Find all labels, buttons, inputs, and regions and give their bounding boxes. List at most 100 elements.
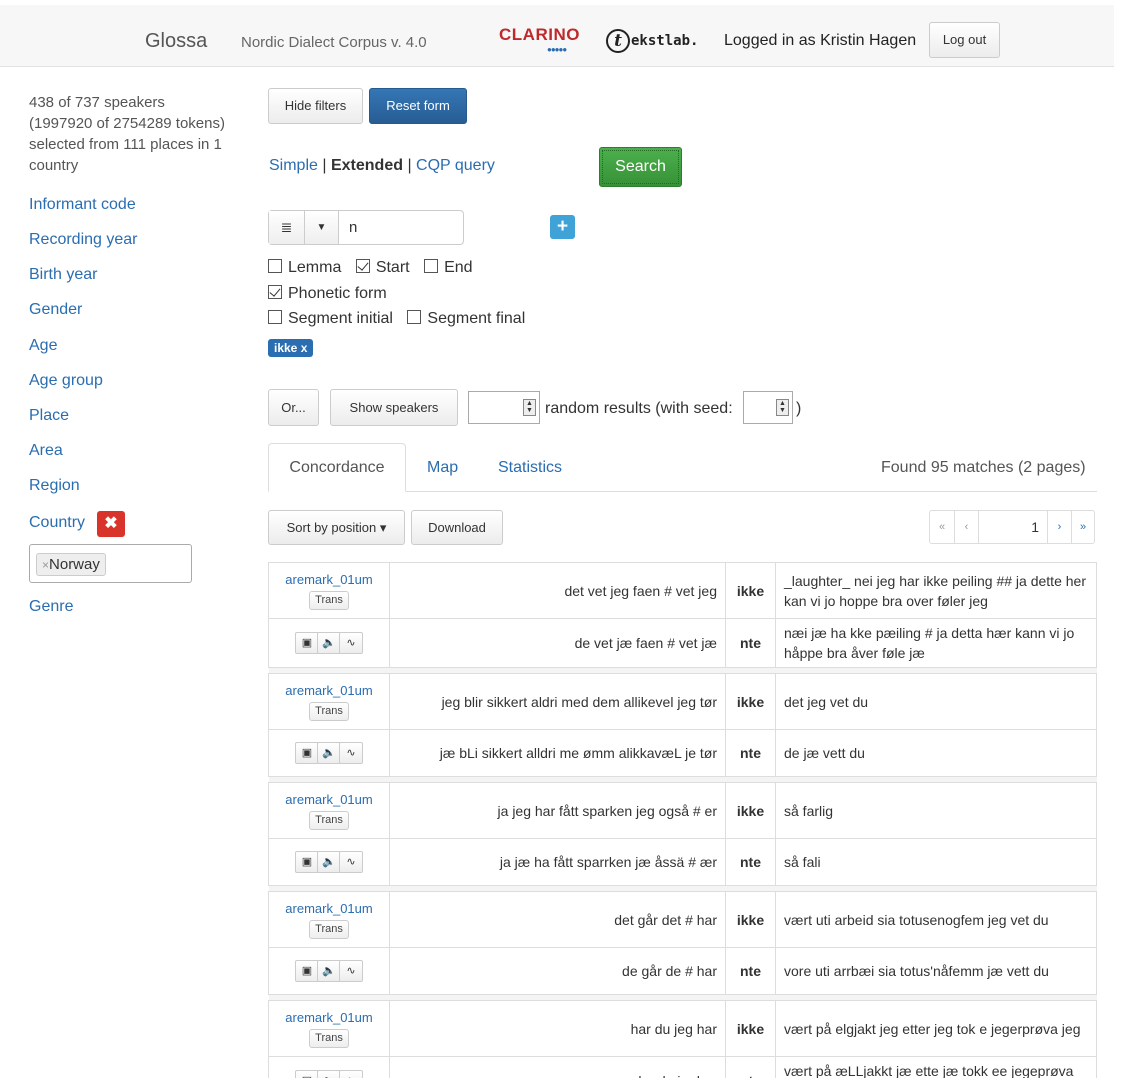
left-context: jeg blir sikkert aldri med dem allikevel…	[389, 673, 726, 730]
mode-cqp-link[interactable]: CQP query	[416, 157, 495, 174]
speaker-link[interactable]: aremark_01um	[277, 792, 381, 807]
waveform-icon[interactable]: ∿	[339, 960, 363, 982]
filter-gender[interactable]: Gender	[29, 301, 82, 319]
left-context: det vet jeg faen # vet jeg	[389, 562, 726, 619]
filter-country[interactable]: Country	[29, 514, 85, 532]
speaker-link[interactable]: aremark_01um	[277, 1010, 381, 1025]
film-icon[interactable]: ▣	[295, 960, 319, 982]
filter-age[interactable]: Age	[29, 337, 57, 355]
filter-birth-year[interactable]: Birth year	[29, 266, 97, 284]
phonetic-keyword: nte	[725, 618, 776, 668]
spinner-icon[interactable]: ▲ ▼	[523, 399, 536, 416]
match-count: Found 95 matches (2 pages)	[881, 459, 1086, 476]
random-count-input[interactable]: ▲ ▼	[468, 391, 540, 424]
tab-map[interactable]: Map	[427, 459, 458, 477]
search-mode-switch: Simple | Extended | CQP query	[269, 157, 495, 174]
sort-dropdown-button[interactable]: Sort by position ▾	[268, 510, 405, 545]
page-number-input[interactable]: 1	[979, 511, 1048, 543]
show-speakers-button[interactable]: Show speakers	[330, 389, 458, 426]
or-button[interactable]: Or...	[268, 389, 319, 426]
logout-button[interactable]: Log out	[929, 22, 1000, 58]
country-chip[interactable]: ×Norway	[36, 553, 106, 576]
end-checkbox[interactable]	[424, 259, 439, 273]
tekstlab-logo: t ekstlab.	[606, 29, 698, 53]
film-icon[interactable]: ▣	[295, 742, 319, 764]
last-page-button[interactable]: »	[1072, 511, 1094, 543]
filter-region[interactable]: Region	[29, 477, 80, 495]
speaker-icon[interactable]: 🔈	[317, 851, 341, 873]
phonetic-form-checkbox[interactable]	[268, 285, 282, 299]
speaker-icon[interactable]: 🔈	[317, 632, 341, 654]
phonetic-right-context: næi jæ ha kke pæiling # ja detta hær kan…	[775, 618, 1097, 668]
remove-country-filter-button[interactable]: ✖	[97, 511, 125, 537]
film-icon[interactable]: ▣	[295, 1070, 319, 1078]
table-row-phonetic: ▣🔈∿ha du jæ harntevært på æLLjakkt jæ et…	[268, 1056, 1097, 1078]
start-checkbox[interactable]	[355, 259, 370, 273]
prev-page-button[interactable]: ‹	[955, 511, 979, 543]
filter-informant-code[interactable]: Informant code	[29, 196, 136, 214]
seed-input[interactable]: ▲ ▼	[743, 391, 793, 424]
filter-recording-year[interactable]: Recording year	[29, 231, 138, 249]
ikke-tag[interactable]: ikke x	[268, 339, 314, 357]
table-row-phonetic: ▣ 🔈 ∿ de vet jæ faen # vet jæ nte næi jæ ha k…	[268, 618, 1097, 668]
mode-simple-link[interactable]: Simple	[269, 157, 318, 174]
speaker-icon[interactable]: 🔈	[317, 1070, 341, 1078]
download-button[interactable]: Download	[411, 510, 503, 545]
keyword: ikke	[725, 891, 776, 948]
table-row: aremark_01um Trans jeg blir sikkert aldri …	[268, 673, 1097, 730]
reset-form-button[interactable]: Reset form	[369, 88, 467, 124]
filter-genre[interactable]: Genre	[29, 598, 73, 616]
chevron-down-icon[interactable]: ▼	[305, 211, 339, 244]
filter-place[interactable]: Place	[29, 407, 69, 425]
keyword: ikke	[725, 1000, 776, 1057]
media-cell: ▣🔈∿	[268, 947, 390, 995]
tab-concordance[interactable]: Concordance	[268, 443, 406, 492]
film-icon[interactable]: ▣	[295, 851, 319, 873]
filter-age-group[interactable]: Age group	[29, 372, 103, 390]
search-button[interactable]: Search	[599, 147, 682, 187]
trans-button[interactable]: Trans	[309, 1028, 349, 1048]
results-table: aremark_01um Trans det vet jeg faen # vet …	[268, 562, 1097, 1078]
speaker-icon[interactable]: 🔈	[317, 960, 341, 982]
trans-button[interactable]: Trans	[309, 701, 349, 721]
waveform-icon[interactable]: ∿	[339, 1070, 363, 1078]
speaker-link[interactable]: aremark_01um	[277, 683, 381, 698]
speaker-link[interactable]: aremark_01um	[277, 901, 381, 916]
pagination: « ‹ 1 › »	[929, 510, 1095, 544]
film-icon[interactable]: ▣	[295, 632, 319, 654]
filter-area[interactable]: Area	[29, 442, 63, 460]
selection-summary: 438 of 737 speakers (1997920 of 2754289 …	[29, 94, 225, 174]
chip-remove-icon[interactable]: ×	[42, 558, 49, 572]
list-icon[interactable]: ≣	[269, 211, 305, 244]
tab-statistics[interactable]: Statistics	[498, 459, 562, 477]
segment-initial-checkbox[interactable]	[268, 310, 282, 324]
speaker-link[interactable]: aremark_01um	[277, 572, 381, 587]
country-select[interactable]: ×Norway	[29, 544, 192, 583]
speaker-cell: aremark_01um Trans	[268, 673, 390, 730]
lemma-checkbox[interactable]	[268, 259, 282, 273]
waveform-icon[interactable]: ∿	[339, 742, 363, 764]
keyword: ikke	[725, 673, 776, 730]
token-input[interactable]: n	[349, 219, 357, 236]
next-page-button[interactable]: ›	[1048, 511, 1072, 543]
right-context: så farlig	[775, 782, 1097, 839]
trans-button[interactable]: Trans	[309, 810, 349, 830]
keyword: ikke	[725, 562, 776, 619]
spinner-icon[interactable]: ▲ ▼	[776, 399, 789, 416]
table-row-phonetic: ▣ 🔈 ∿ jæ bLi sikkert alldri me ømm alikkavæ…	[268, 729, 1097, 777]
add-token-button[interactable]: +	[550, 215, 575, 239]
waveform-icon[interactable]: ∿	[339, 632, 363, 654]
trans-button[interactable]: Trans	[309, 919, 349, 939]
segment-final-checkbox[interactable]	[407, 310, 422, 324]
hide-filters-button[interactable]: Hide filters	[268, 88, 363, 124]
first-page-button[interactable]: «	[930, 511, 955, 543]
brand-title[interactable]: Glossa	[145, 30, 207, 53]
phonetic-left-context: de går de # har	[389, 947, 726, 995]
waveform-icon[interactable]: ∿	[339, 851, 363, 873]
trans-button[interactable]: Trans	[309, 590, 349, 610]
speaker-icon[interactable]: 🔈	[317, 742, 341, 764]
phonetic-keyword: nte	[725, 729, 776, 777]
mode-extended-label: Extended	[330, 157, 403, 174]
media-cell: ▣🔈∿	[268, 618, 390, 668]
checkbox-row-3: Segment initial Segment final	[268, 310, 535, 328]
